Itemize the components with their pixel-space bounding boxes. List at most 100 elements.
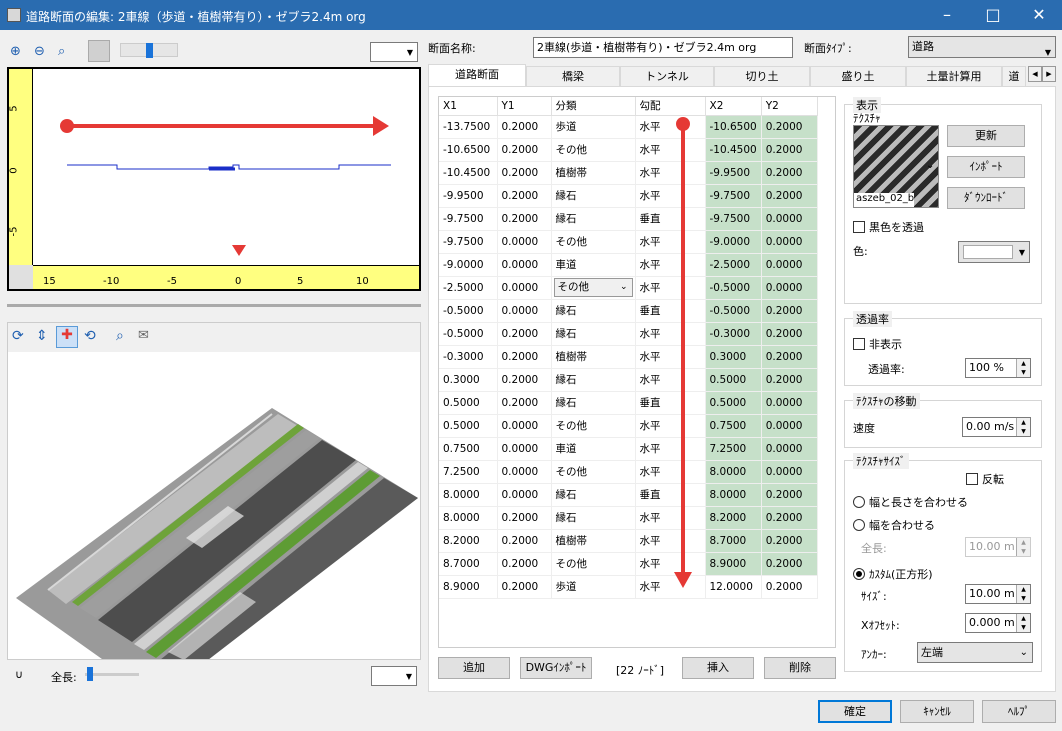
table-row[interactable]: -0.5000 0.2000 縁石 水平 -0.3000 0.2000 bbox=[439, 322, 818, 346]
table-cell[interactable]: 8.0000 bbox=[705, 460, 762, 484]
table-cell[interactable]: -9.0000 bbox=[439, 253, 498, 277]
table-cell[interactable]: 0.7500 bbox=[439, 437, 498, 461]
table-cell[interactable]: 縁石 bbox=[551, 368, 636, 392]
table-cell[interactable]: 0.2000 bbox=[497, 184, 552, 208]
table-row[interactable]: -10.4500 0.2000 植樹帯 水平 -9.9500 0.2000 bbox=[439, 161, 818, 185]
table-cell[interactable]: 車道 bbox=[551, 253, 636, 277]
table-cell[interactable]: -10.4500 bbox=[439, 161, 498, 185]
transparent-black-checkbox[interactable]: 黒色を透過 bbox=[853, 219, 924, 235]
tab-earthwork[interactable]: 土量計算用 bbox=[906, 66, 1002, 87]
table-cell[interactable]: 車道 bbox=[551, 437, 636, 461]
size-input[interactable]: 10.00 m ▲ ▼ bbox=[965, 584, 1031, 604]
table-cell[interactable]: 0.5000 bbox=[439, 391, 498, 415]
table-cell[interactable]: 0.0000 bbox=[761, 414, 818, 438]
table-row[interactable]: -0.5000 0.0000 縁石 垂直 -0.5000 0.2000 bbox=[439, 299, 818, 323]
move-vertical-icon[interactable]: ⇕ bbox=[36, 328, 48, 344]
grid-toggle-icon[interactable] bbox=[88, 40, 110, 62]
maximize-button[interactable]: □ bbox=[970, 0, 1016, 30]
table-cell[interactable]: 0.2000 bbox=[497, 322, 552, 346]
table-cell[interactable]: 7.2500 bbox=[705, 437, 762, 461]
table-row[interactable]: 8.9000 0.2000 歩道 水平 12.0000 0.2000 bbox=[439, 575, 818, 599]
table-row[interactable]: 0.3000 0.2000 縁石 水平 0.5000 0.2000 bbox=[439, 368, 818, 392]
table-cell[interactable]: その他 bbox=[551, 552, 636, 576]
table-cell[interactable]: -0.3000 bbox=[439, 345, 498, 369]
table-row[interactable]: 8.0000 0.0000 縁石 垂直 8.0000 0.2000 bbox=[439, 483, 818, 507]
rate-spinner[interactable]: ▲ ▼ bbox=[1016, 359, 1030, 377]
table-cell[interactable]: 植樹帯 bbox=[551, 345, 636, 369]
table-cell[interactable]: 0.3000 bbox=[705, 345, 762, 369]
table-row[interactable]: 7.2500 0.0000 その他 水平 8.0000 0.0000 bbox=[439, 460, 818, 484]
table-row[interactable]: -9.0000 0.0000 車道 水平 -2.5000 0.0000 bbox=[439, 253, 818, 277]
table-cell[interactable]: -10.6500 bbox=[705, 115, 762, 139]
table-cell[interactable]: 歩道 bbox=[551, 575, 636, 599]
checkbox-box[interactable] bbox=[853, 221, 865, 233]
table-cell[interactable]: 0.0000 bbox=[497, 253, 552, 277]
texture-dropdown-icon[interactable]: ⌄ bbox=[926, 160, 934, 171]
table-row[interactable]: 8.0000 0.2000 縁石 水平 8.2000 0.2000 bbox=[439, 506, 818, 530]
table-cell[interactable]: 植樹帯 bbox=[551, 529, 636, 553]
size-spinner[interactable]: ▲ ▼ bbox=[1016, 585, 1030, 603]
table-cell[interactable]: 0.5000 bbox=[439, 414, 498, 438]
color-dropdown-bottom[interactable]: ▼ bbox=[371, 666, 417, 686]
tab-road-section[interactable]: 道路断面 bbox=[428, 64, 526, 87]
speed-spinner[interactable]: ▲ ▼ bbox=[1016, 418, 1030, 436]
dwg-import-button[interactable]: DWGｲﾝﾎﾟｰﾄ bbox=[520, 657, 592, 679]
table-cell[interactable]: 8.2000 bbox=[439, 529, 498, 553]
table-cell[interactable]: 0.2000 bbox=[497, 345, 552, 369]
envelope-icon[interactable]: ✉ bbox=[138, 328, 149, 343]
view3d-canvas[interactable] bbox=[7, 352, 421, 660]
x-offset-spinner[interactable]: ▲ ▼ bbox=[1016, 614, 1030, 632]
table-cell[interactable]: 0.2000 bbox=[761, 529, 818, 553]
color-select[interactable]: ▼ bbox=[958, 241, 1030, 263]
table-cell[interactable]: -10.6500 bbox=[439, 138, 498, 162]
table-row[interactable]: -9.7500 0.2000 縁石 垂直 -9.7500 0.0000 bbox=[439, 207, 818, 231]
curve-icon[interactable]: ∪ bbox=[15, 668, 23, 681]
radio-circle[interactable] bbox=[853, 519, 865, 531]
table-cell[interactable]: 0.0000 bbox=[761, 276, 818, 300]
speed-input[interactable]: 0.00 m/s ▲ ▼ bbox=[962, 417, 1031, 437]
table-cell[interactable]: -0.3000 bbox=[705, 322, 762, 346]
cancel-button[interactable]: ｷｬﾝｾﾙ bbox=[900, 700, 974, 723]
table-cell[interactable]: 0.2000 bbox=[497, 207, 552, 231]
table-cell[interactable]: 0.0000 bbox=[761, 391, 818, 415]
table-cell[interactable]: 0.0000 bbox=[497, 230, 552, 254]
table-cell[interactable]: -9.9500 bbox=[705, 161, 762, 185]
table-row[interactable]: -2.5000 0.0000 その他 ⌄ 水平 -0.5000 0.0000 bbox=[439, 276, 818, 300]
checkbox-box[interactable] bbox=[853, 338, 865, 350]
table-cell[interactable]: 0.0000 bbox=[497, 276, 552, 300]
tab-scroll-left[interactable]: ◀ bbox=[1028, 66, 1042, 82]
checkbox-box[interactable] bbox=[966, 473, 978, 485]
table-cell[interactable]: その他 bbox=[551, 460, 636, 484]
table-cell[interactable]: -13.7500 bbox=[439, 115, 498, 139]
table-cell[interactable]: -9.7500 bbox=[705, 207, 762, 231]
close-button[interactable]: ✕ bbox=[1016, 0, 1062, 30]
table-cell[interactable]: -9.7500 bbox=[439, 207, 498, 231]
table-row[interactable]: 0.7500 0.0000 車道 水平 7.2500 0.0000 bbox=[439, 437, 818, 461]
table-cell[interactable]: 0.2000 bbox=[497, 391, 552, 415]
flip-checkbox[interactable]: 反転 bbox=[966, 471, 1004, 487]
help-button[interactable]: ﾍﾙﾌﾟ bbox=[982, 700, 1056, 723]
tab-scroll-right[interactable]: ▶ bbox=[1042, 66, 1056, 82]
table-cell[interactable]: -9.0000 bbox=[705, 230, 762, 254]
table-row[interactable]: 8.7000 0.2000 その他 水平 8.9000 0.2000 bbox=[439, 552, 818, 576]
zoom-icon[interactable]: ⌕ bbox=[116, 328, 124, 344]
table-cell[interactable]: -0.5000 bbox=[439, 322, 498, 346]
tab-more[interactable]: 道 bbox=[1002, 66, 1026, 87]
table-cell[interactable]: 0.2000 bbox=[761, 506, 818, 530]
splitter[interactable] bbox=[7, 304, 421, 307]
column-header[interactable]: Y2 bbox=[761, 97, 818, 116]
table-cell[interactable]: 0.2000 bbox=[497, 575, 552, 599]
zoom-out-icon[interactable]: ⊖ bbox=[34, 44, 45, 59]
table-cell[interactable]: -10.4500 bbox=[705, 138, 762, 162]
table-cell[interactable]: 8.0000 bbox=[439, 483, 498, 507]
table-cell[interactable]: 0.2000 bbox=[761, 368, 818, 392]
table-cell[interactable]: 12.0000 bbox=[705, 575, 762, 599]
table-cell[interactable]: 0.2000 bbox=[761, 161, 818, 185]
table-cell[interactable]: 縁石 bbox=[551, 322, 636, 346]
tab-bridge[interactable]: 橋梁 bbox=[526, 66, 620, 87]
table-cell[interactable]: 0.2000 bbox=[761, 115, 818, 139]
table-cell[interactable]: 0.0000 bbox=[497, 299, 552, 323]
table-cell[interactable]: -2.5000 bbox=[439, 276, 498, 300]
length-slider-thumb[interactable] bbox=[87, 667, 93, 681]
table-cell[interactable]: 0.0000 bbox=[497, 437, 552, 461]
